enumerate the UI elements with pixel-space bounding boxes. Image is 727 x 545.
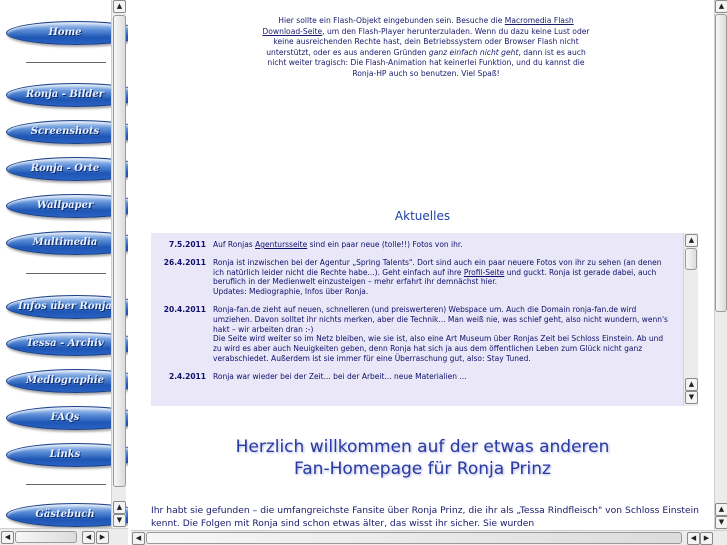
content-frame: Hier sollte ein Flash-Objekt eingebunden… — [131, 0, 714, 530]
news-updates: Updates: Mediographie, Infos über Ronja. — [213, 287, 369, 297]
profil-link[interactable]: Profil-Seite — [464, 268, 504, 277]
nav-divider — [26, 62, 106, 63]
nav-vertical-scrollbar[interactable]: ▲ ▲ ▼ — [111, 0, 126, 528]
scroll-up-arrow-icon[interactable]: ▲ — [715, 0, 727, 13]
main-horizontal-scrollbar[interactable]: ◀ ◀ ▶ — [131, 530, 727, 545]
flash-notice-emphasis: ganz einfach nicht geht — [428, 47, 519, 57]
nav-infos-button[interactable]: Infos über Ronja — [6, 295, 128, 319]
scroll-right-arrow-icon[interactable]: ▶ — [700, 532, 713, 545]
nav-wallpaper-button[interactable]: Wallpaper — [6, 194, 128, 218]
scrollbar-thumb[interactable] — [113, 15, 126, 487]
news-text: Ronja ist inzwischen bei der Agentur „Sp… — [213, 258, 671, 297]
navigation-frame: Home Ronja - Bilder Screenshots Ronja - … — [0, 0, 128, 545]
news-item: 2.4.2011 Ronja war wieder bei der Zeit..… — [151, 372, 671, 382]
scroll-down-arrow-icon[interactable]: ▼ — [685, 391, 698, 404]
main-vertical-scrollbar[interactable]: ▲ ▲ ▼ — [714, 0, 727, 530]
scroll-up-arrow-icon[interactable]: ▲ — [113, 501, 126, 514]
news-heading: Aktuelles — [394, 209, 451, 223]
news-date: 26.4.2011 — [163, 257, 206, 267]
scroll-up-arrow-icon[interactable]: ▲ — [685, 378, 698, 391]
agentur-link[interactable]: Agentursseite — [255, 240, 307, 249]
news-text: Ronja war wieder bei der Zeit... bei der… — [213, 371, 467, 381]
news-item: 7.5.2011 Auf Ronjas Agentursseite sind e… — [151, 240, 671, 250]
scroll-right-arrow-icon[interactable]: ▶ — [96, 531, 109, 544]
welcome-line: Fan-Homepage für Ronja Prinz — [294, 459, 551, 479]
news-date: 7.5.2011 — [168, 240, 206, 249]
nav-ronja-bilder-button[interactable]: Ronja - Bilder — [6, 83, 128, 107]
news-date: 2.4.2011 — [168, 371, 206, 381]
nav-faqs-button[interactable]: FAQs — [6, 406, 128, 430]
news-item: 26.4.2011 Ronja ist inzwischen bei der A… — [151, 258, 671, 297]
scroll-left-arrow-icon[interactable]: ◀ — [687, 532, 700, 545]
news-scrollbar[interactable]: ▲ ▲ ▼ — [683, 233, 698, 406]
nav-divider — [26, 484, 106, 485]
nav-mediographie-button[interactable]: Mediographie — [6, 369, 128, 393]
flash-notice: Hier sollte ein Flash-Objekt eingebunden… — [261, 16, 591, 79]
scroll-up-arrow-icon[interactable]: ▲ — [715, 503, 727, 516]
news-box: 7.5.2011 Auf Ronjas Agentursseite sind e… — [151, 233, 686, 406]
news-text-part: Auf Ronjas — [213, 240, 256, 249]
nav-tessa-archiv-button[interactable]: Tessa - Archiv — [6, 332, 128, 356]
scroll-left-arrow-icon[interactable]: ◀ — [1, 531, 14, 544]
nav-horizontal-scrollbar[interactable]: ◀ ◀ ▶ — [0, 528, 128, 545]
news-date: 20.4.2011 — [163, 304, 206, 314]
scroll-left-arrow-icon[interactable]: ◀ — [82, 531, 95, 544]
nav-gaestebuch-button[interactable]: Gästebuch — [6, 503, 128, 527]
scrollbar-thumb[interactable] — [146, 532, 682, 544]
nav-multimedia-button[interactable]: Multimedia — [6, 231, 128, 255]
scroll-left-arrow-icon[interactable]: ◀ — [132, 532, 145, 545]
news-text: Auf Ronjas Agentursseite sind ein paar n… — [213, 240, 671, 250]
scrollbar-thumb[interactable] — [15, 531, 77, 543]
welcome-line: Herzlich willkommen auf der etwas andere… — [235, 437, 610, 457]
nav-screenshots-button[interactable]: Screenshots — [6, 120, 128, 144]
scroll-down-arrow-icon[interactable]: ▼ — [715, 516, 727, 529]
scrollbar-thumb[interactable] — [685, 248, 697, 270]
scroll-up-arrow-icon[interactable]: ▲ — [685, 234, 698, 247]
news-text-part: Die Seite wird weiter so im Netz bleiben… — [213, 334, 664, 363]
news-item: 20.4.2011 Ronja-fan.de zieht auf neuen, … — [151, 305, 671, 364]
scroll-up-arrow-icon[interactable]: ▲ — [113, 0, 126, 13]
scroll-down-arrow-icon[interactable]: ▼ — [113, 514, 126, 527]
news-text-part: sind ein paar neue (tolle!!) Fotos von i… — [307, 240, 463, 249]
nav-divider — [26, 273, 106, 274]
welcome-heading: Herzlich willkommen auf der etwas andere… — [131, 436, 714, 480]
nav-links-button[interactable]: Links — [6, 443, 128, 467]
nav-home-button[interactable]: Home — [6, 21, 128, 45]
news-text: Ronja-fan.de zieht auf neuen, schnellere… — [213, 305, 671, 364]
news-text-part: Ronja-fan.de zieht auf neuen, schnellere… — [213, 304, 668, 334]
nav-ronja-orte-button[interactable]: Ronja - Orte — [6, 157, 128, 181]
scrollbar-thumb[interactable] — [715, 14, 727, 312]
intro-text: Ihr habt sie gefunden – die umfangreichs… — [151, 505, 699, 529]
flash-notice-text: Hier sollte ein Flash-Objekt eingebunden… — [278, 16, 505, 25]
